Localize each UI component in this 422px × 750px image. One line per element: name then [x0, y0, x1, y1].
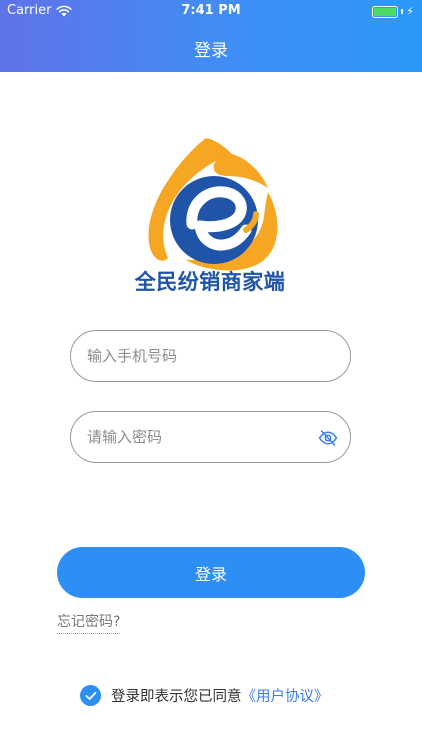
password-input[interactable]	[71, 428, 350, 446]
charging-icon: ⚡	[406, 5, 414, 18]
phone-field[interactable]	[70, 330, 351, 382]
password-field[interactable]	[70, 411, 351, 463]
agreement-row: 登录即表示您已同意 《用户协议》	[80, 685, 329, 706]
agreement-checkbox[interactable]	[80, 685, 101, 706]
agreement-text: 登录即表示您已同意	[111, 689, 242, 705]
forgot-password-link[interactable]: 忘记密码?	[57, 611, 121, 634]
battery-indicator: ⚡	[372, 5, 414, 18]
brand-name: 全民纷销商家端	[134, 270, 286, 294]
eye-hidden-icon[interactable]	[318, 429, 338, 447]
header-bar: Carrier 7:41 PM ⚡ 登录	[0, 0, 422, 72]
battery-level	[374, 7, 397, 16]
status-time: 7:41 PM	[181, 3, 241, 18]
phone-input[interactable]	[71, 347, 350, 365]
battery-cap	[401, 9, 404, 14]
checkmark-icon	[85, 691, 96, 700]
login-button[interactable]: 登录	[57, 547, 365, 598]
battery-icon	[372, 5, 399, 18]
page-title: 登录	[194, 41, 228, 61]
user-agreement-link[interactable]: 《用户协议》	[242, 685, 329, 706]
status-bar: Carrier 7:41 PM ⚡	[0, 0, 422, 22]
